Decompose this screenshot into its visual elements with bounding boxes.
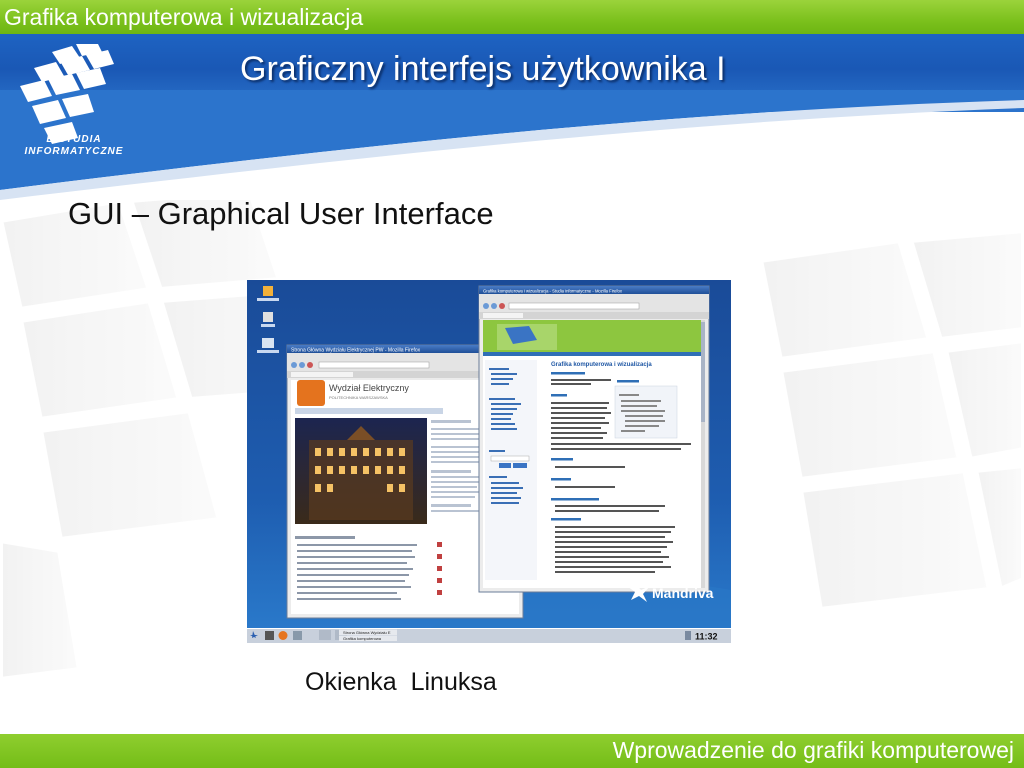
distro-brand: Mandriva [652,585,714,601]
tray-icon[interactable] [685,631,691,640]
launcher-icon[interactable] [293,631,302,640]
wydzial-logo-icon [297,380,325,406]
left-logo-text: Wydział Elektryczny [329,383,409,393]
clock: 11:32 [695,632,718,642]
right-window-title: Grafika komputerowa i wizualizacja - Stu… [483,289,623,294]
taskbar-item-2-label: Grafika komputerowa [343,636,382,641]
taskbar[interactable]: Strona Główna Wydziału E Grafika kompute… [247,628,731,643]
logo-line1: E-STUDIA [46,134,102,145]
right-page-heading: Grafika komputerowa i wizualizacja [551,362,652,368]
footer-text: Wprowadzenie do grafiki komputerowej [612,737,1014,763]
trash-icon[interactable] [263,312,273,322]
slide: Grafika komputerowa i wizualizacja E-STU… [0,0,1024,768]
logo-line2: INFORMATYCZNE [24,146,124,157]
home-icon[interactable] [263,286,273,296]
firefox-window-right[interactable]: Grafika komputerowa i wizualizacja - Stu… [478,285,710,593]
left-window-title: Strona Główna Wydziału Elektrycznej PW -… [291,348,421,354]
slide-title: Graficzny interfejs użytkownika I [240,50,726,88]
left-logo-sub: POLITECHNIKA WARSZAWSKA [329,395,388,400]
screenshot-caption: Okienka Linuksa [305,668,497,696]
computer-icon[interactable] [262,338,274,348]
terminal-icon[interactable] [265,631,274,640]
course-title-bar: Grafika komputerowa i wizualizacja [0,0,1024,34]
logo-text: E-STUDIA INFORMATYCZNE [24,134,124,158]
firefox-icon[interactable] [278,631,288,640]
slide-heading: GUI – Graphical User Interface [68,196,494,231]
title-swoosh [0,90,1024,200]
linux-desktop-screenshot: Strona Główna Wydziału Elektrycznej PW -… [247,280,731,643]
taskbar-item-1-label: Strona Główna Wydziału E [343,630,391,635]
course-title: Grafika komputerowa i wizualizacja [4,4,364,30]
